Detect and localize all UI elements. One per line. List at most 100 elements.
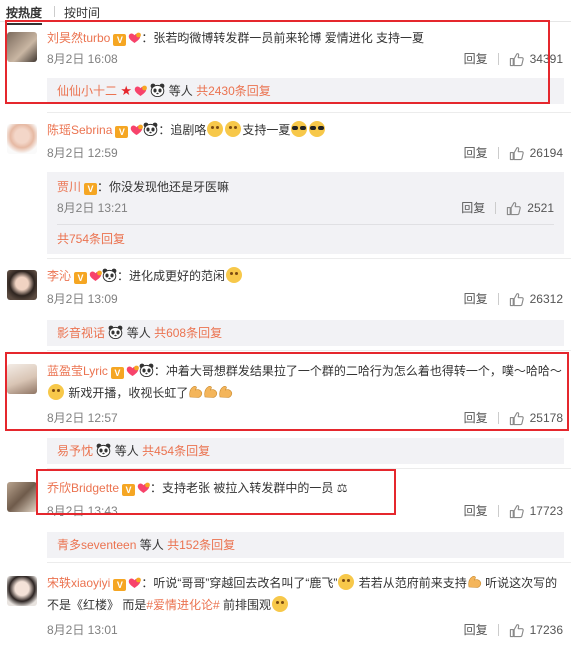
divider (47, 468, 571, 469)
reply-summary-user[interactable]: 青多seventeen (57, 538, 136, 552)
view-replies-link[interactable]: 共608条回复 (154, 326, 222, 340)
sub-reply-meta: 8月2日 13:21 回复 2521 (57, 198, 564, 218)
username[interactable]: 乔欣Bridgette (47, 481, 119, 495)
reply-button[interactable]: 回复 (464, 408, 488, 428)
username[interactable]: 陈瑶Sebrina (47, 123, 112, 137)
timestamp: 8月2日 13:09 (47, 292, 118, 306)
username[interactable]: 蓝盈莹Lyric (47, 364, 108, 378)
panda-emoji-icon (150, 83, 165, 97)
comment-actions: 回复 17723 (464, 501, 563, 521)
username[interactable]: 宋轶xiaoyiyi (47, 576, 110, 590)
comment-text: 蓝盈莹Lyric V ：冲着大哥想群发结果拉了一个群的二哈行为怎么着也得转一个，噗～… (47, 360, 563, 404)
timestamp: 8月2日 12:57 (47, 411, 118, 425)
reply-summary-text: 等人 (168, 84, 193, 98)
fan-badge-icon (126, 365, 139, 377)
comment-item: 宋轶xiaoyiyi V ：听说“哥哥”穿越回去改名叫了“鹿飞” 若若从范府前来支持… (0, 570, 571, 649)
verified-badge-icon: V (113, 579, 127, 591)
like-button[interactable]: 17723 (509, 501, 563, 521)
reply-button[interactable]: 回复 (464, 501, 488, 521)
comment-text: 宋轶xiaoyiyi V ：听说“哥哥”穿越回去改名叫了“鹿飞” 若若从范府前来支持… (47, 572, 563, 616)
sub-reply-username[interactable]: 贾川 (57, 180, 81, 194)
action-divider (497, 505, 499, 517)
comment-body: ：追剧咯 (158, 123, 207, 137)
comment-item: 李沁 V ：进化成更好的范闲 8月2日 13:09 回复 26312 影音视话 等人… (0, 264, 571, 346)
thumbs-up-icon (509, 146, 524, 161)
comment-item: 蓝盈莹Lyric V ：冲着大哥想群发结果拉了一个群的二哈行为怎么着也得转一个，噗～… (0, 358, 571, 464)
comment-body: ：进化成更好的范闲 (117, 269, 226, 283)
action-divider (497, 293, 499, 305)
sort-by-time-tab[interactable]: 按时间 (64, 4, 100, 21)
yum-emoji-icon (226, 267, 243, 283)
reply-button[interactable]: 回复 (461, 198, 485, 218)
like-button[interactable]: 26312 (509, 289, 563, 309)
topic-hashtag-link[interactable]: #爱情进化论# (146, 598, 219, 612)
comment-actions: 回复 25178 (464, 408, 563, 428)
timestamp: 8月2日 13:21 (57, 201, 128, 215)
verified-badge-icon: V (115, 126, 129, 138)
reply-button[interactable]: 回复 (464, 143, 488, 163)
reply-button[interactable]: 回复 (464, 620, 488, 640)
panda-emoji-icon (143, 122, 158, 136)
view-replies-link[interactable]: 共152条回复 (167, 538, 235, 552)
divider (47, 350, 571, 351)
sort-by-hot-tab[interactable]: 按热度 (6, 4, 43, 25)
reply-summary: 青多seventeen 等人 共152条回复 (47, 532, 564, 558)
comment-text: 陈瑶Sebrina V ：追剧咯 支持一夏 (47, 120, 563, 140)
reply-button[interactable]: 回复 (464, 49, 488, 69)
reply-summary-user[interactable]: 仙仙小十二 (57, 84, 117, 98)
action-divider (497, 412, 499, 424)
comment-item: 刘昊然turbo V ：张若昀微博转发群一员前来轮博 爱情进化 支持一夏 8月2日 … (0, 26, 571, 108)
fan-badge-icon (128, 577, 141, 589)
fan-badge-icon (134, 85, 147, 97)
thumbs-up-icon (509, 504, 524, 519)
action-divider (497, 53, 499, 65)
action-divider (497, 147, 499, 159)
flex-arm-icon (218, 384, 233, 399)
view-replies-link[interactable]: 共2430条回复 (196, 84, 271, 98)
like-count: 17723 (529, 504, 563, 518)
like-button[interactable]: 34391 (509, 49, 563, 69)
avatar[interactable] (7, 364, 37, 394)
avatar[interactable] (7, 270, 37, 300)
smile-emoji-icon (272, 596, 289, 612)
thumbs-up-icon (509, 292, 524, 307)
divider (47, 112, 571, 113)
action-divider (497, 624, 499, 636)
avatar[interactable] (7, 124, 37, 154)
reply-button[interactable]: 回复 (464, 289, 488, 309)
like-button[interactable]: 2521 (506, 198, 554, 218)
verified-badge-icon: V (84, 183, 98, 195)
comment-actions: 回复 17236 (464, 620, 563, 640)
comment-body: ：支持老张 被拉入转发群中的一员 (150, 481, 334, 495)
thumbs-up-icon (506, 201, 521, 216)
like-count: 26312 (529, 292, 563, 306)
like-count: 2521 (527, 201, 554, 215)
like-button[interactable]: 17236 (509, 620, 563, 640)
reply-summary: 影音视话 等人 共608条回复 (47, 320, 564, 346)
thumbs-up-icon (509, 52, 524, 67)
avatar[interactable] (7, 576, 37, 606)
avatar[interactable] (7, 32, 37, 62)
like-count: 25178 (529, 411, 563, 425)
reply-summary: 仙仙小十二 ★ 等人 共2430条回复 (47, 78, 564, 104)
star-icon: ★ (120, 83, 133, 98)
comment-body-cont: 前排围观 (223, 598, 272, 612)
like-count: 17236 (529, 623, 563, 637)
like-button[interactable]: 26194 (509, 143, 563, 163)
username[interactable]: 刘昊然turbo (47, 31, 110, 45)
like-button[interactable]: 25178 (509, 408, 563, 428)
reply-summary-line: 青多seventeen 等人 共152条回复 (57, 534, 564, 556)
view-replies-link[interactable]: 共754条回复 (57, 232, 125, 246)
username[interactable]: 李沁 (47, 269, 71, 283)
fan-badge-icon (137, 482, 150, 494)
avatar[interactable] (7, 482, 37, 512)
reply-summary-line: 易予忱 等人 共454条回复 (57, 440, 564, 462)
reply-summary-user[interactable]: 易予忱 (57, 444, 93, 458)
reply-summary-user[interactable]: 影音视话 (57, 326, 105, 340)
sub-divider (57, 224, 554, 225)
smile-emoji-icon (207, 121, 224, 137)
view-replies-link[interactable]: 共454条回复 (142, 444, 210, 458)
comment-body: ：张若昀微博转发群一员前来轮博 爱情进化 支持一夏 (141, 31, 425, 45)
comment-body-cont: 若若从范府前来支持 (358, 576, 467, 590)
sub-reply-actions: 回复 2521 (461, 198, 554, 218)
